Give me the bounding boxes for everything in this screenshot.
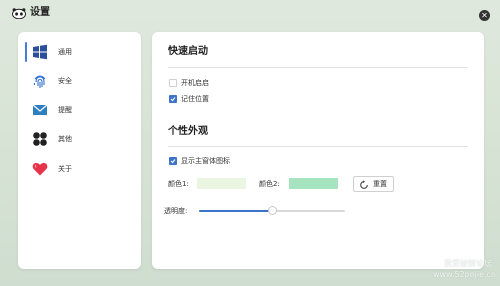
- sidebar-item-security[interactable]: 安全: [32, 71, 137, 91]
- reset-button[interactable]: 重置: [353, 176, 394, 192]
- remember-position-checkbox[interactable]: [169, 95, 177, 103]
- sidebar-item-about[interactable]: 关于: [32, 159, 137, 179]
- sidebar-item-other[interactable]: 其他: [32, 129, 137, 149]
- checkmark-icon: [170, 159, 176, 164]
- active-indicator: [25, 42, 27, 62]
- show-main-icon-label: 显示主窗体图标: [181, 157, 230, 165]
- sidebar-item-reminder[interactable]: 提醒: [32, 100, 137, 120]
- color2-swatch[interactable]: [289, 178, 338, 189]
- panda-logo-icon: [12, 8, 26, 19]
- sidebar: 通用 安全 提醒 其他 关于: [18, 32, 141, 269]
- section-title-quick-start: 快速启动: [168, 46, 208, 57]
- fingerprint-icon: [33, 75, 46, 88]
- sidebar-item-label: 关于: [58, 165, 72, 173]
- show-main-icon-checkbox[interactable]: [169, 157, 177, 165]
- sidebar-item-label: 提醒: [58, 106, 72, 114]
- color2-label: 颜色2:: [259, 180, 280, 188]
- sidebar-item-label: 安全: [58, 77, 72, 85]
- reset-button-label: 重置: [373, 180, 387, 188]
- watermark-line1: 我爱破解论坛: [444, 259, 492, 268]
- clover-icon: [33, 132, 47, 146]
- sidebar-item-label: 通用: [58, 48, 72, 56]
- close-icon: ✕: [481, 11, 488, 20]
- heart-icon: [32, 162, 48, 176]
- opacity-slider-fill: [199, 210, 272, 212]
- settings-panel: 快速启动 开机启启 记住位置 个性外观 显示主窗体图标 颜色1: 颜色2: 重置…: [152, 32, 484, 269]
- section-divider: [168, 146, 468, 147]
- autostart-checkbox[interactable]: [169, 79, 177, 87]
- autostart-label: 开机启启: [181, 79, 209, 87]
- window-title: 设置: [30, 7, 50, 18]
- title-bar: 设置 ✕: [0, 0, 500, 26]
- remember-position-label: 记住位置: [181, 95, 209, 103]
- opacity-slider[interactable]: [199, 206, 345, 215]
- sidebar-item-general[interactable]: 通用: [32, 42, 137, 62]
- color1-label: 颜色1:: [168, 180, 189, 188]
- opacity-label: 透明度:: [164, 207, 188, 215]
- windows-icon: [33, 44, 47, 60]
- envelope-icon: [32, 104, 48, 115]
- refresh-icon: [360, 180, 368, 189]
- checkmark-icon: [170, 97, 176, 102]
- sidebar-item-label: 其他: [58, 135, 72, 143]
- opacity-slider-thumb[interactable]: [267, 206, 277, 215]
- watermark-line2: www.52pojie.cn: [433, 270, 496, 279]
- section-title-appearance: 个性外观: [168, 126, 208, 137]
- close-button[interactable]: ✕: [479, 10, 490, 21]
- color1-swatch[interactable]: [197, 178, 246, 189]
- section-divider: [168, 67, 468, 68]
